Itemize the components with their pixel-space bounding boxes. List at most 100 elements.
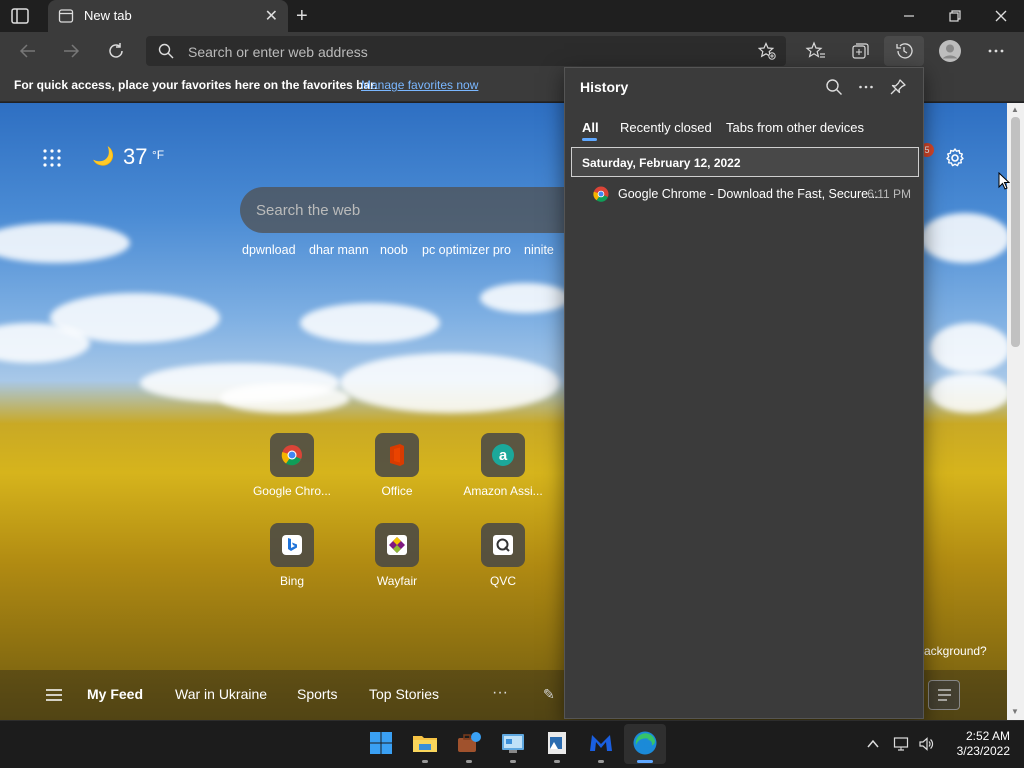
quick-link-google-chrome[interactable] bbox=[270, 433, 314, 477]
forward-icon[interactable] bbox=[60, 40, 82, 62]
active-tab-indicator bbox=[582, 138, 597, 141]
feed-tab-war-in-ukraine[interactable]: War in Ukraine bbox=[175, 686, 267, 702]
profile-avatar-icon[interactable] bbox=[938, 39, 962, 63]
history-date-label: Saturday, February 12, 2022 bbox=[582, 156, 741, 170]
running-indicator bbox=[554, 760, 560, 763]
chrome-icon bbox=[281, 445, 302, 466]
pin-icon[interactable] bbox=[889, 78, 907, 96]
network-icon[interactable] bbox=[893, 736, 909, 752]
qvc-icon bbox=[493, 535, 513, 555]
favorites-bar-message: For quick access, place your favorites h… bbox=[14, 78, 378, 92]
active-app-indicator bbox=[637, 760, 653, 763]
search-suggestion-chip[interactable]: dhar mann bbox=[309, 243, 369, 257]
history-item[interactable]: Google Chrome - Download the Fast, Secur… bbox=[571, 179, 919, 209]
clock-date: 3/23/2022 bbox=[956, 744, 1010, 758]
address-bar[interactable]: Search or enter web address bbox=[146, 36, 786, 66]
page-settings-gear-icon[interactable] bbox=[944, 147, 966, 169]
address-placeholder: Search or enter web address bbox=[188, 44, 368, 60]
layout-lines-icon bbox=[938, 689, 951, 701]
bing-icon bbox=[282, 535, 302, 555]
browser-toolbar: Search or enter web address bbox=[0, 32, 1024, 70]
volume-icon[interactable] bbox=[918, 736, 934, 752]
office-icon bbox=[390, 444, 404, 466]
quick-link-label: Amazon Assi... bbox=[463, 484, 543, 498]
chrome-icon bbox=[593, 186, 609, 202]
search-suggestion-chip[interactable]: dpwnload bbox=[242, 243, 296, 257]
wayfair-icon bbox=[387, 535, 407, 555]
add-favorite-icon[interactable] bbox=[758, 42, 776, 60]
page-scrollbar[interactable]: ▲ ▼ bbox=[1007, 103, 1024, 720]
more-options-icon[interactable] bbox=[985, 40, 1007, 62]
malwarebytes-icon[interactable] bbox=[587, 729, 615, 757]
quick-link-amazon-assistant[interactable]: a bbox=[481, 433, 525, 477]
history-tab-all[interactable]: All bbox=[582, 120, 599, 135]
control-panel-icon[interactable] bbox=[499, 729, 527, 757]
quick-link-office[interactable] bbox=[375, 433, 419, 477]
feed-layout-button[interactable] bbox=[928, 680, 960, 710]
quick-link-label: Office bbox=[381, 484, 413, 498]
quick-link-label: Google Chro... bbox=[252, 484, 332, 498]
show-hidden-icons-chevron-icon[interactable] bbox=[865, 736, 881, 752]
minimize-icon[interactable] bbox=[898, 6, 920, 26]
feed-personalize-icon[interactable]: ✎ bbox=[543, 686, 555, 703]
history-item-time: 6:11 PM bbox=[867, 187, 911, 201]
briefcase-app-icon[interactable] bbox=[455, 729, 483, 757]
photos-document-icon[interactable] bbox=[543, 729, 571, 757]
quick-link-label: Bing bbox=[279, 574, 305, 588]
search-icon bbox=[158, 43, 174, 59]
running-indicator bbox=[598, 760, 604, 763]
history-title: History bbox=[580, 79, 629, 95]
history-date-group[interactable]: Saturday, February 12, 2022 bbox=[571, 147, 919, 177]
tab-title: New tab bbox=[84, 8, 132, 23]
quick-link-qvc[interactable] bbox=[481, 523, 525, 567]
weather-unit: °F bbox=[152, 148, 165, 162]
history-icon[interactable] bbox=[893, 40, 915, 62]
search-suggestion-chip[interactable]: noob bbox=[380, 243, 408, 257]
favorites-icon[interactable] bbox=[805, 40, 827, 62]
restore-icon[interactable] bbox=[944, 6, 966, 26]
clock-time: 2:52 AM bbox=[965, 729, 1010, 743]
title-bar: New tab ✕ + bbox=[0, 0, 1024, 32]
web-search-box[interactable]: Search the web bbox=[240, 187, 570, 233]
amazon-icon: a bbox=[492, 444, 514, 466]
feed-menu-icon[interactable] bbox=[45, 688, 63, 702]
history-search-icon[interactable] bbox=[825, 78, 843, 96]
search-suggestion-chip[interactable]: ninite bbox=[524, 243, 554, 257]
mouse-cursor-icon bbox=[998, 172, 1010, 190]
scroll-down-icon[interactable]: ▼ bbox=[1011, 707, 1019, 716]
file-explorer-icon[interactable] bbox=[411, 729, 439, 757]
tab-close-icon[interactable]: ✕ bbox=[265, 6, 278, 26]
scrollbar-thumb[interactable] bbox=[1011, 117, 1020, 347]
search-suggestion-chip[interactable]: pc optimizer pro bbox=[422, 243, 511, 257]
apps-launcher-icon[interactable] bbox=[42, 148, 62, 168]
history-tab-recently-closed[interactable]: Recently closed bbox=[620, 120, 712, 135]
history-item-title: Google Chrome - Download the Fast, Secur… bbox=[618, 187, 879, 201]
close-window-icon[interactable] bbox=[990, 6, 1012, 26]
feed-tab-my-feed[interactable]: My Feed bbox=[87, 686, 143, 702]
background-info-link[interactable]: ackground? bbox=[924, 644, 987, 658]
history-more-options-icon[interactable] bbox=[857, 78, 875, 96]
quick-link-label: Wayfair bbox=[376, 574, 418, 588]
new-tab-button[interactable]: + bbox=[296, 5, 308, 28]
taskbar-clock[interactable]: 2:52 AM 3/23/2022 bbox=[940, 729, 1010, 759]
collections-icon[interactable] bbox=[849, 40, 871, 62]
feed-tab-top-stories[interactable]: Top Stories bbox=[369, 686, 439, 702]
quick-link-bing[interactable] bbox=[270, 523, 314, 567]
quick-link-wayfair[interactable] bbox=[375, 523, 419, 567]
scroll-up-icon[interactable]: ▲ bbox=[1011, 105, 1019, 114]
edge-browser-icon[interactable] bbox=[631, 729, 659, 757]
feed-more-icon[interactable]: ··· bbox=[492, 684, 508, 702]
back-icon[interactable] bbox=[17, 40, 39, 62]
windows-start-icon[interactable] bbox=[367, 729, 395, 757]
svg-text:a: a bbox=[499, 447, 508, 464]
manage-favorites-link[interactable]: Manage favorites now bbox=[361, 78, 478, 92]
feed-tab-sports[interactable]: Sports bbox=[297, 686, 337, 702]
tab-actions-icon[interactable] bbox=[10, 7, 30, 25]
web-search-placeholder: Search the web bbox=[256, 202, 361, 219]
weather-temperature[interactable]: 37 bbox=[123, 144, 147, 170]
refresh-icon[interactable] bbox=[105, 40, 127, 62]
moon-icon: 🌙 bbox=[92, 146, 115, 166]
tab-new-tab[interactable]: New tab ✕ bbox=[48, 0, 288, 32]
history-tab-other-devices[interactable]: Tabs from other devices bbox=[726, 120, 864, 135]
running-indicator bbox=[422, 760, 428, 763]
